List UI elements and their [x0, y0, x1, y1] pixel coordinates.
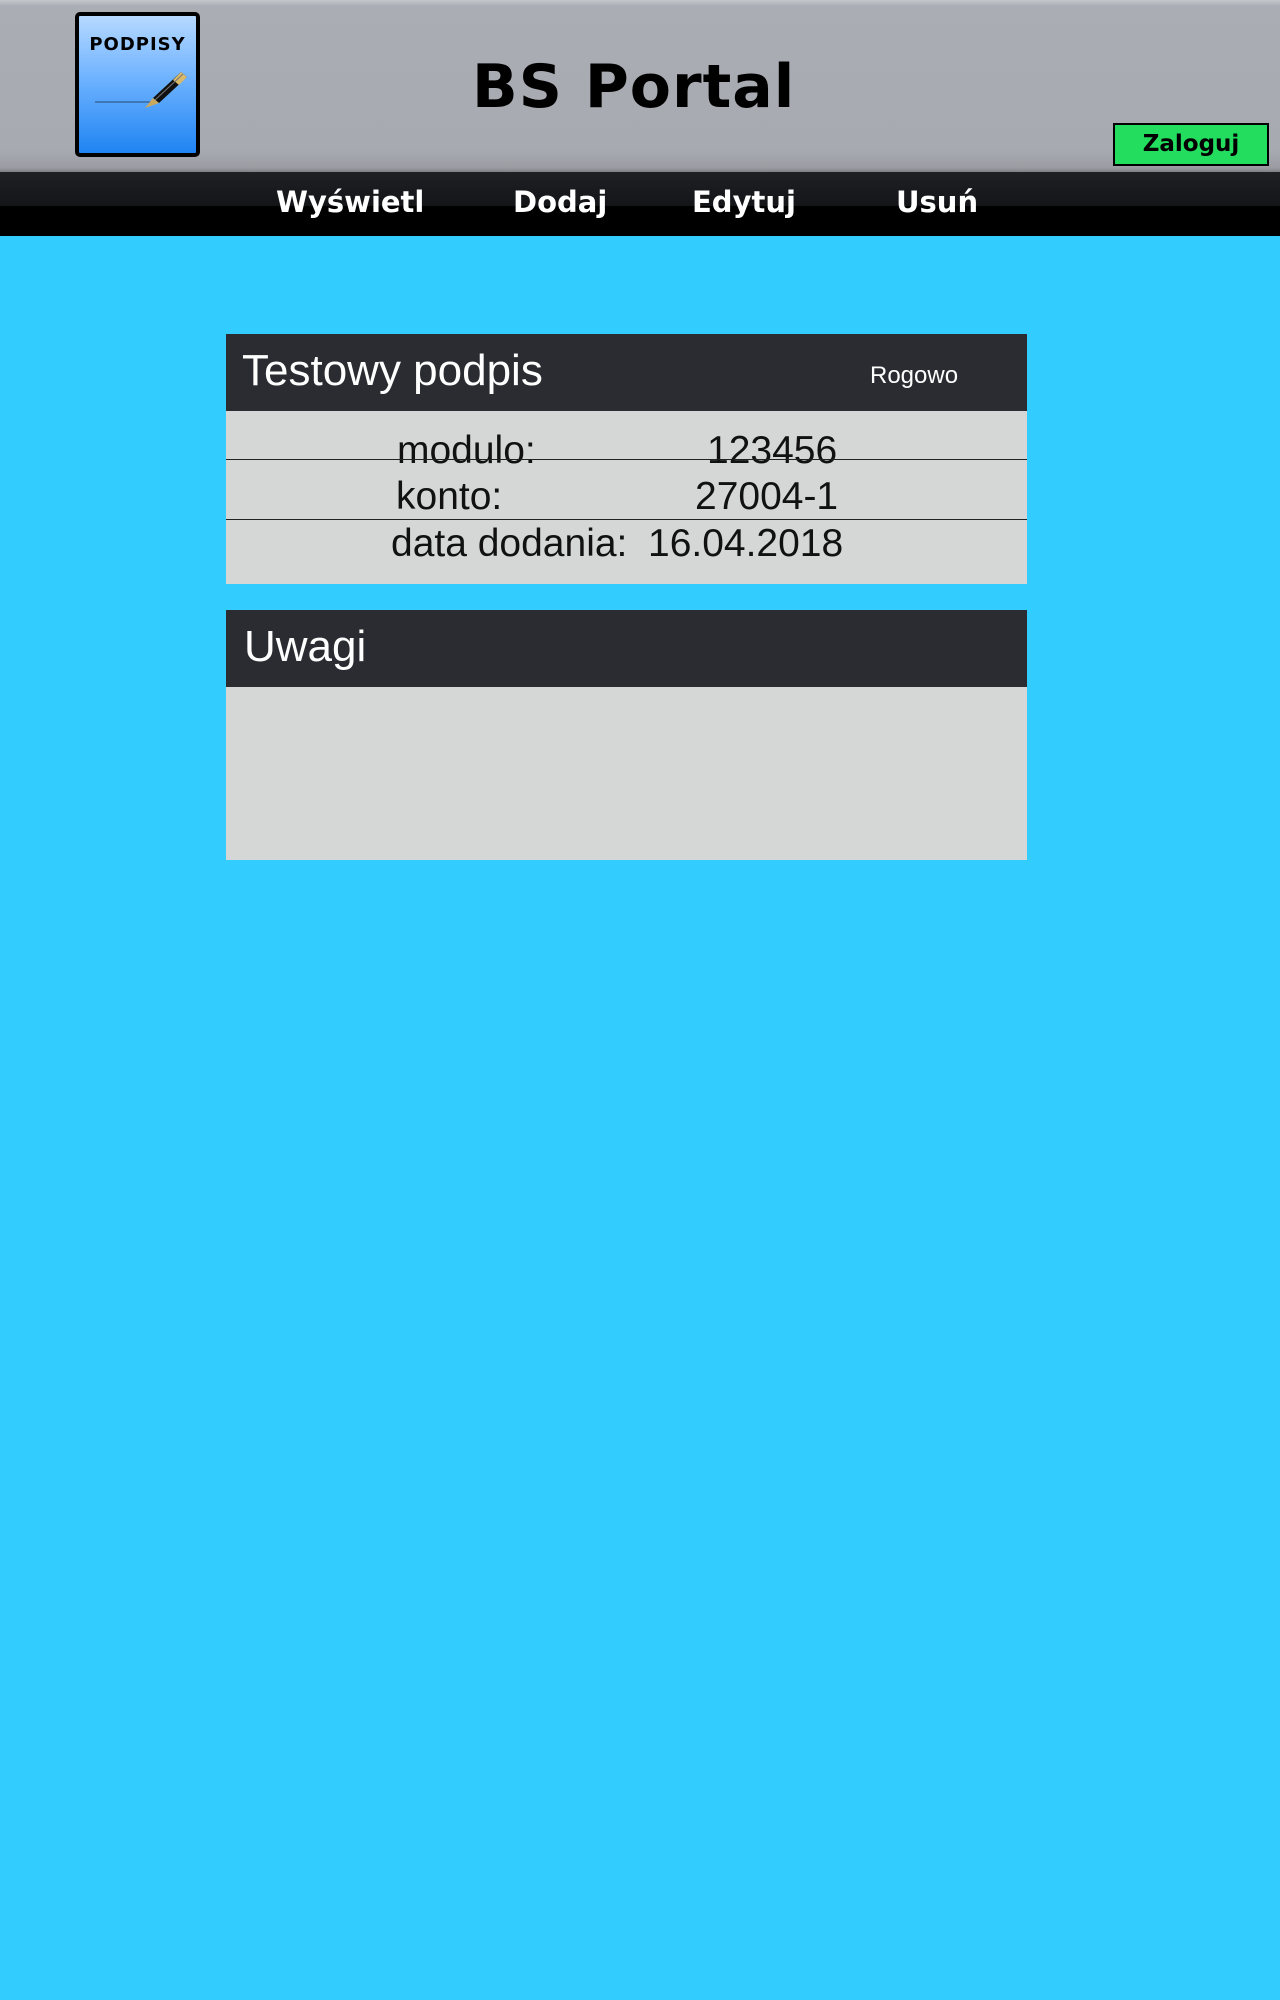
modulo-value: 123456 — [707, 429, 838, 472]
logo-text: PODPISY — [89, 34, 186, 55]
podpisy-logo[interactable]: PODPISY — [75, 12, 200, 157]
nav-item-add[interactable]: Dodaj — [513, 184, 607, 220]
notes-card-header: Uwagi — [226, 610, 1027, 687]
notes-title: Uwagi — [244, 622, 367, 671]
nav-item-view[interactable]: Wyświetl — [276, 184, 424, 220]
row-divider — [226, 519, 1027, 520]
signature-card: Testowy podpis Rogowo modulo: 123456 kon… — [226, 334, 1027, 584]
row-divider — [226, 459, 1027, 460]
site-header: PODPISY BS Portal Zaloguj — [0, 0, 1280, 172]
nav-item-delete[interactable]: Usuń — [896, 184, 978, 220]
signature-title: Testowy podpis — [242, 346, 543, 395]
konto-value: 27004-1 — [695, 475, 839, 518]
notes-card: Uwagi — [226, 610, 1027, 860]
date-added-label: data dodania: — [391, 522, 628, 565]
konto-label: konto: — [396, 475, 503, 518]
signature-location: Rogowo — [870, 362, 959, 389]
site-title: BS Portal — [472, 52, 796, 122]
signature-card-header: Testowy podpis Rogowo — [226, 334, 1027, 411]
date-added-value: 16.04.2018 — [648, 522, 844, 565]
modulo-label: modulo: — [397, 429, 536, 472]
nav-item-edit[interactable]: Edytuj — [692, 184, 796, 220]
main-nav: Wyświetl Dodaj Edytuj Usuń — [0, 172, 1280, 236]
pen-signature-icon — [95, 72, 187, 108]
notes-content — [226, 687, 1027, 860]
login-button[interactable]: Zaloguj — [1113, 123, 1269, 166]
